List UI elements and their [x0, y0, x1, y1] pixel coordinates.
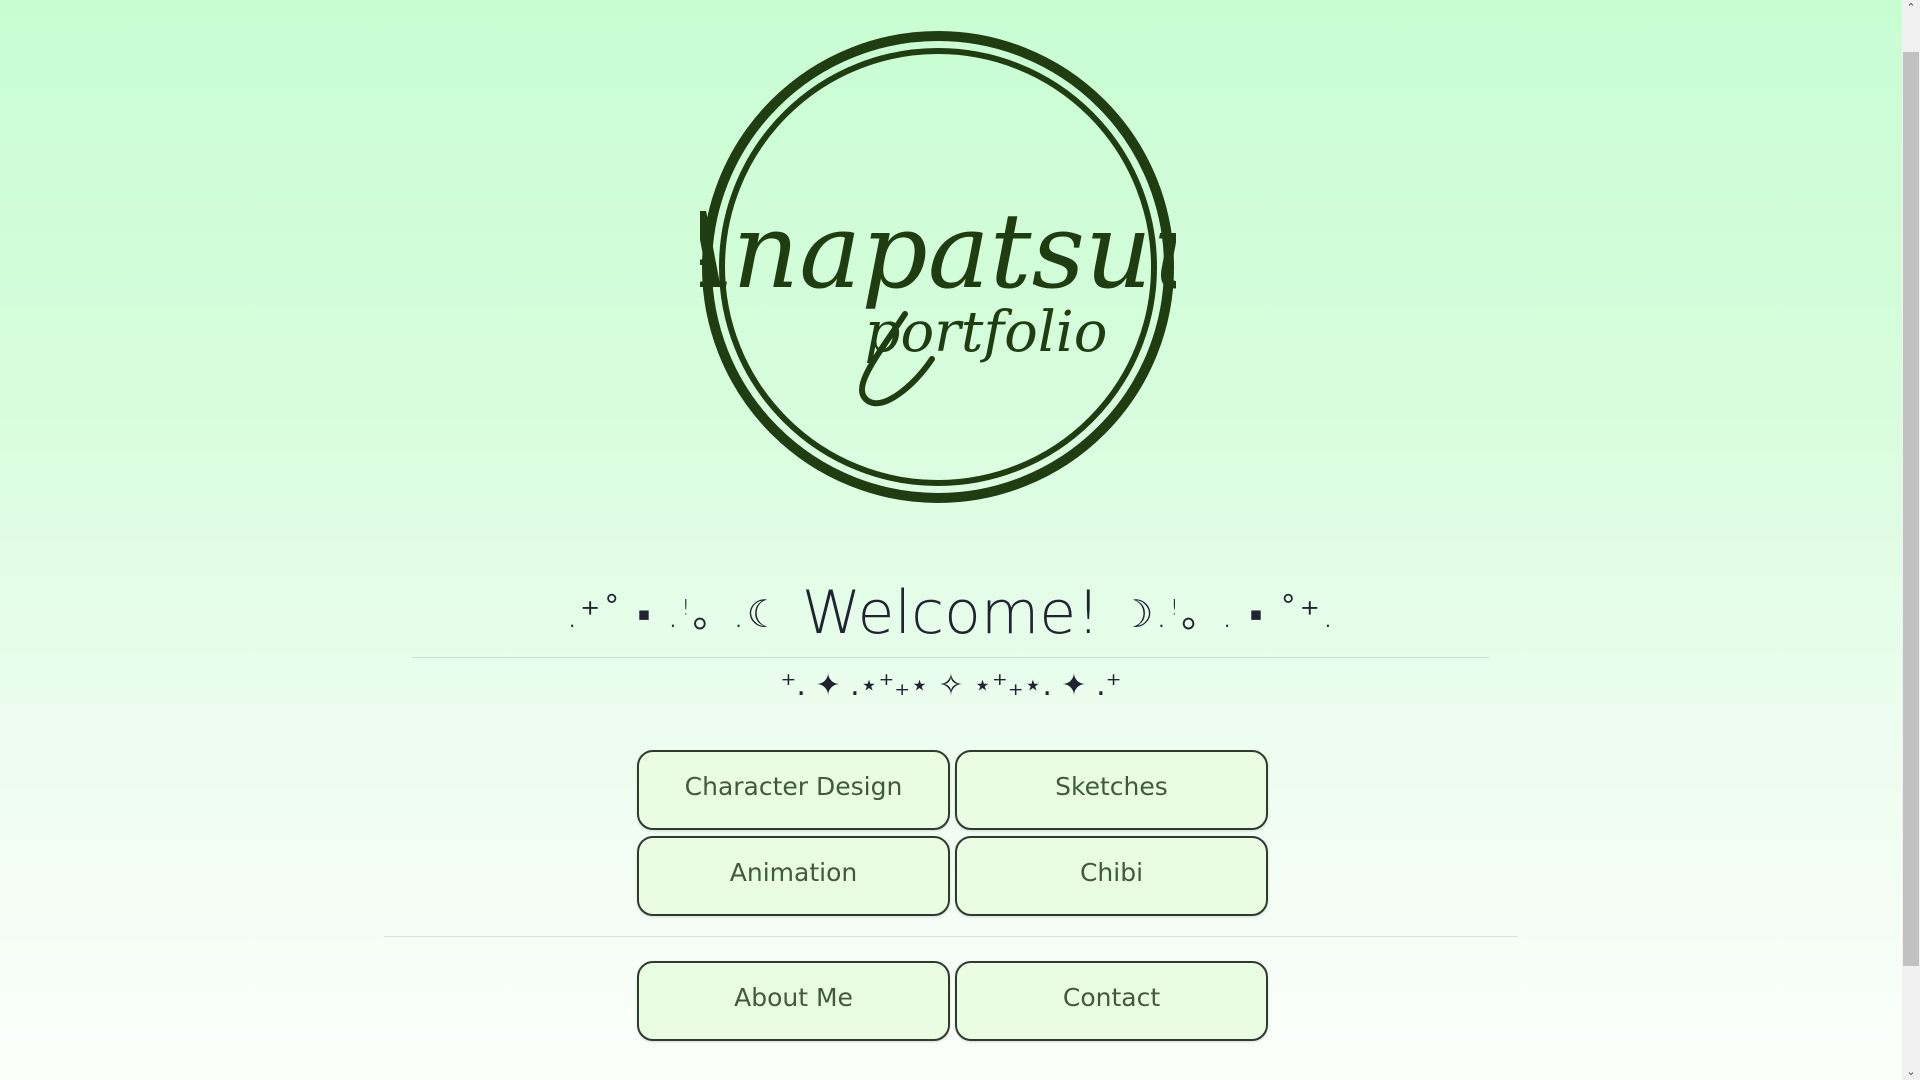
chevron-down-icon[interactable]: ⌄ — [1902, 1064, 1920, 1080]
vertical-scrollbar[interactable]: ⌃ ⌄ — [1902, 0, 1920, 1080]
scrollbar-thumb[interactable] — [1903, 52, 1919, 966]
welcome-left-decoration: .⁺˚ ▪ .ꜝ。.☾ — [566, 592, 783, 636]
animation-button[interactable]: Animation — [637, 836, 950, 916]
logo-emblem: Anapatsuu portfolio — [700, 31, 1176, 503]
welcome-right-decoration: ☽.ꜝ。. ▪ ˚⁺. — [1119, 592, 1336, 636]
chibi-button[interactable]: Chibi — [955, 836, 1268, 916]
about-me-button[interactable]: About Me — [637, 961, 950, 1041]
logo-subtitle: portfolio — [865, 300, 1108, 365]
character-design-button[interactable]: Character Design — [637, 750, 950, 830]
sparkle-decoration: ⁺. ✦ .⋆⁺₊⋆ ✧ ⋆⁺₊⋆. ✦ .⁺ — [780, 668, 1122, 703]
sketches-button[interactable]: Sketches — [955, 750, 1268, 830]
logo-title: Anapatsuu — [700, 190, 1176, 312]
welcome-heading: .⁺˚ ▪ .ꜝ。.☾ Welcome! ☽.ꜝ。. ▪ ˚⁺. — [412, 574, 1490, 653]
logo: Anapatsuu portfolio — [700, 29, 1176, 505]
portfolio-page: Anapatsuu portfolio .⁺˚ ▪ .ꜝ。.☾ Welcome!… — [0, 0, 1900, 1080]
section-divider — [384, 936, 1518, 937]
welcome-title: Welcome! — [801, 578, 1101, 648]
chevron-up-icon[interactable]: ⌃ — [1902, 0, 1920, 16]
heading-divider — [412, 657, 1490, 658]
contact-button[interactable]: Contact — [955, 961, 1268, 1041]
